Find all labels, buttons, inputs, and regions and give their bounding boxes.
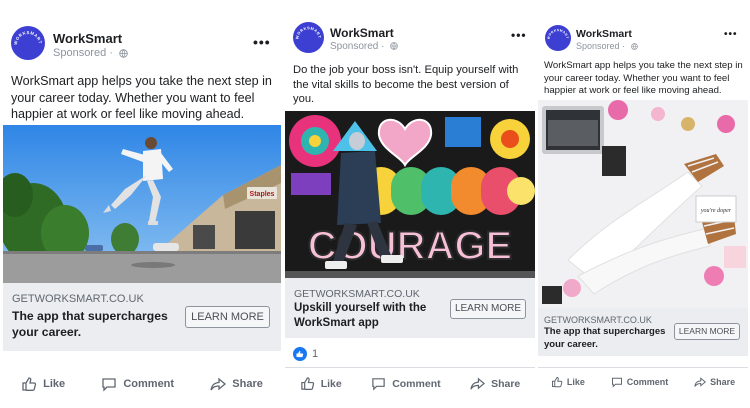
ad-body-text: WorkSmart app helps you take the next st… <box>11 74 272 121</box>
cta-panel[interactable]: GETWORKSMART.CO.UK The app that supercha… <box>3 283 281 351</box>
ad-card-1: WORKSMART WorkSmart Sponsored · ••• Work… <box>3 0 281 405</box>
comment-button[interactable]: Comment <box>371 376 441 391</box>
link-headline[interactable]: The app that supercharges your career. <box>544 326 672 351</box>
sponsored-text: Sponsored <box>576 41 620 51</box>
share-label: Share <box>491 377 521 390</box>
ad-image-desk-flatlay[interactable]: you're doper <box>538 100 748 308</box>
brand-name[interactable]: WorkSmart <box>576 28 632 40</box>
sponsored-label: Sponsored · <box>330 41 399 52</box>
learn-more-button[interactable]: LEARN MORE <box>674 323 740 340</box>
svg-text:WORKSMART: WORKSMART <box>295 26 321 39</box>
share-icon <box>694 376 707 387</box>
link-domain: GETWORKSMART.CO.UK <box>294 288 420 300</box>
link-domain: GETWORKSMART.CO.UK <box>544 315 652 325</box>
link-headline[interactable]: Upskill yourself with the WorkSmart app <box>294 301 444 331</box>
share-button[interactable]: Share <box>470 376 520 391</box>
svg-text:WORKSMART: WORKSMART <box>13 30 43 45</box>
cta-panel[interactable]: GETWORKSMART.CO.UK The app that supercha… <box>538 308 748 356</box>
ad-card-2: WORKSMART WorkSmart Sponsored · ••• Do t… <box>285 0 535 405</box>
brand-name[interactable]: WorkSmart <box>53 31 122 46</box>
desk-note: you're doper <box>700 208 732 214</box>
like-icon <box>551 376 563 387</box>
like-label: Like <box>320 377 342 390</box>
like-button[interactable]: Like <box>551 376 585 388</box>
cta-panel[interactable]: GETWORKSMART.CO.UK Upskill yourself with… <box>285 278 535 338</box>
sponsored-separator: · <box>378 41 388 52</box>
reaction-count: 1 <box>312 348 319 360</box>
share-button[interactable]: Share <box>694 376 735 388</box>
sponsored-separator: · <box>106 47 116 59</box>
more-icon[interactable]: ••• <box>253 34 271 50</box>
link-headline[interactable]: The app that supercharges your career. <box>12 308 182 340</box>
more-icon[interactable]: ••• <box>511 28 527 42</box>
comment-button[interactable]: Comment <box>101 376 174 392</box>
sponsored-separator: · <box>619 41 628 51</box>
sponsored-text: Sponsored <box>53 47 107 59</box>
worksmart-avatar[interactable]: WORKSMART <box>293 22 324 53</box>
ad-image-jumping-man[interactable]: Staples <box>3 125 281 283</box>
more-icon[interactable]: ••• <box>724 29 738 40</box>
learn-more-button[interactable]: LEARN MORE <box>185 306 270 328</box>
share-icon <box>470 377 486 390</box>
worksmart-avatar[interactable]: WORKSMART <box>11 26 45 60</box>
like-icon <box>22 377 37 391</box>
share-label: Share <box>710 376 736 387</box>
ad-image-courage-mural[interactable]: COURAGE <box>285 111 535 278</box>
share-label: Share <box>232 378 263 390</box>
action-bar: Like Comment Share <box>3 368 281 400</box>
like-button[interactable]: Like <box>300 376 342 391</box>
learn-more-button[interactable]: LEARN MORE <box>450 299 526 319</box>
brand-name[interactable]: WorkSmart <box>330 26 394 40</box>
action-bar: Like Comment Share <box>285 367 535 399</box>
comment-label: Comment <box>626 376 669 387</box>
share-button[interactable]: Share <box>210 376 263 392</box>
share-icon <box>210 377 227 391</box>
ad-card-3: WORKSMART WorkSmart Sponsored · ••• Work… <box>538 0 748 405</box>
worksmart-avatar[interactable]: WORKSMART <box>545 25 571 51</box>
link-domain: GETWORKSMART.CO.UK <box>12 293 144 305</box>
sponsored-label: Sponsored · <box>576 41 638 51</box>
globe-icon <box>630 43 638 50</box>
comment-button[interactable]: Comment <box>611 376 669 388</box>
sponsored-text: Sponsored <box>330 41 379 52</box>
like-button[interactable]: Like <box>21 376 65 392</box>
store-sign: Staples <box>250 191 275 198</box>
comment-icon <box>102 378 116 392</box>
svg-text:WORKSMART: WORKSMART <box>546 28 569 40</box>
action-bar: Like Comment Share <box>538 367 748 395</box>
ad-body-text: Do the job your boss isn't. Equip yourse… <box>293 64 519 105</box>
like-icon <box>300 377 314 391</box>
comment-icon <box>611 377 622 388</box>
like-label: Like <box>43 378 66 390</box>
comment-icon <box>372 378 385 391</box>
ad-body-text: WorkSmart app helps you take the next st… <box>544 60 743 96</box>
globe-icon <box>390 42 399 51</box>
sponsored-label: Sponsored · <box>53 47 128 59</box>
globe-icon <box>119 48 128 58</box>
like-reaction-icon <box>293 347 307 361</box>
comment-label: Comment <box>392 377 441 390</box>
like-label: Like <box>566 376 585 387</box>
comment-label: Comment <box>123 378 175 390</box>
reactions-summary[interactable]: 1 <box>293 347 318 361</box>
